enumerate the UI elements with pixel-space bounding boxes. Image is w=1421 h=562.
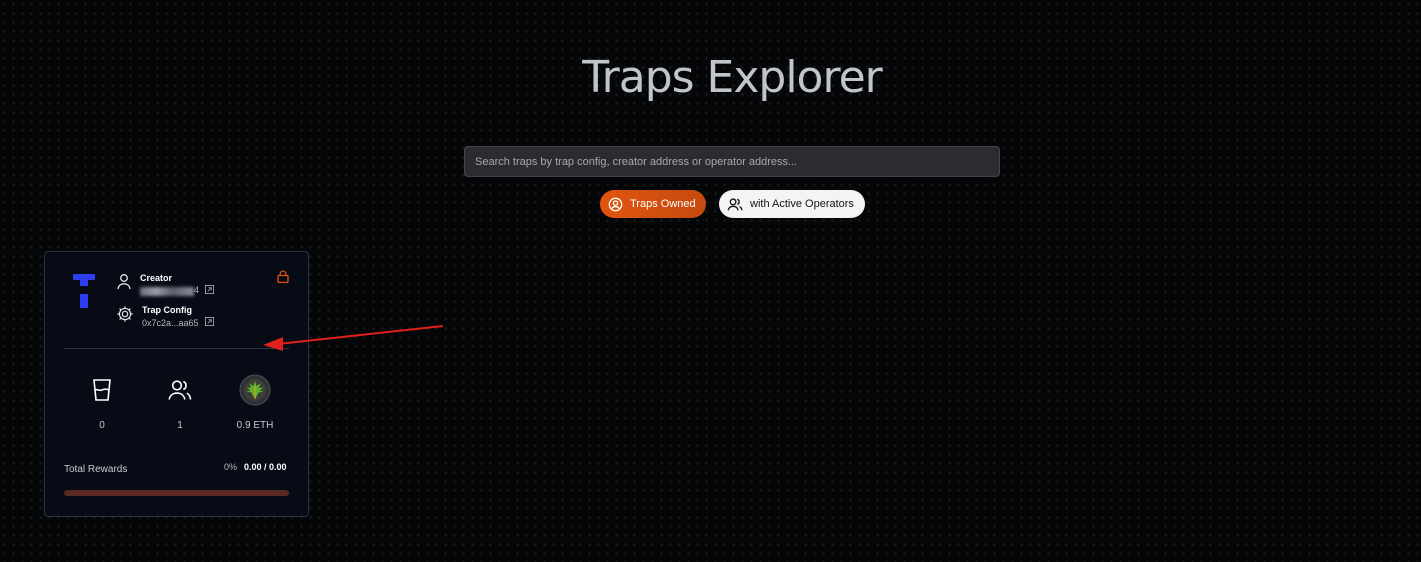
trap-logo-icon <box>73 274 95 313</box>
operators-icon <box>168 379 192 406</box>
search-input[interactable] <box>464 146 1000 177</box>
rewards-progress-bar <box>64 490 289 496</box>
stat-glass: 0 <box>67 376 137 431</box>
creator-label: Creator <box>140 273 173 283</box>
active-operators-label: with Active Operators <box>750 198 854 210</box>
creator-address[interactable]: 4 <box>140 285 200 296</box>
users-icon <box>727 197 743 212</box>
glass-icon <box>92 378 112 407</box>
lock-icon <box>277 270 289 288</box>
filter-chips: Traps Owned with Active Operators <box>600 190 865 218</box>
page-title: Traps Explorer <box>582 52 883 103</box>
stat-glass-value: 0 <box>99 420 105 431</box>
redacted-address <box>140 286 194 296</box>
external-link-icon[interactable] <box>205 285 215 296</box>
stat-eth: 0.9 ETH <box>220 374 290 431</box>
user-circle-icon <box>608 197 623 212</box>
traps-owned-filter-button[interactable]: Traps Owned <box>600 190 706 218</box>
trap-config-address[interactable]: 0x7c2a...aa65 <box>142 318 199 328</box>
token-avatar-icon <box>239 374 271 411</box>
total-rewards-label: Total Rewards <box>64 464 128 475</box>
traps-owned-label: Traps Owned <box>630 198 696 210</box>
creator-address-suffix: 4 <box>194 285 200 296</box>
stat-operators-value: 1 <box>177 420 183 431</box>
trap-config-row: Trap Config 0x7c2a...aa65 <box>116 305 214 328</box>
stat-operators: 1 <box>145 376 215 431</box>
card-divider <box>64 348 289 349</box>
external-link-icon[interactable] <box>204 317 214 328</box>
user-icon <box>116 273 132 295</box>
trap-config-label: Trap Config <box>142 305 192 315</box>
rewards-amount: 0.00 / 0.00 <box>244 462 287 472</box>
creator-row: Creator 4 <box>116 273 215 296</box>
stat-eth-value: 0.9 ETH <box>236 420 274 431</box>
trap-card[interactable]: Creator 4 Trap Config 0x7c2a...aa65 0 1 … <box>44 251 309 517</box>
gear-icon <box>116 305 134 328</box>
rewards-percent: 0% <box>224 462 238 472</box>
active-operators-filter-button[interactable]: with Active Operators <box>719 190 865 218</box>
